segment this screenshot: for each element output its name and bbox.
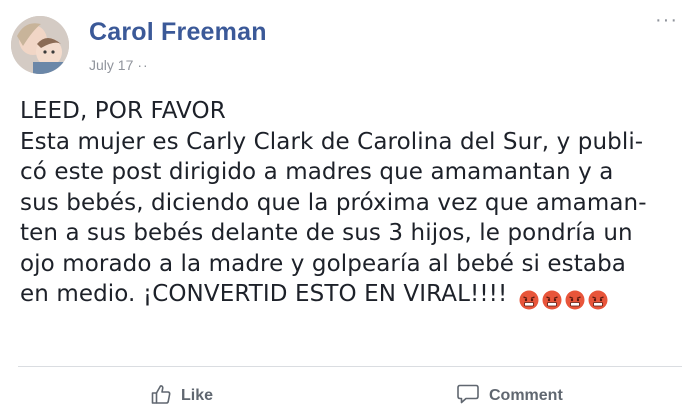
post-timestamp[interactable]: July 17 ··: [89, 57, 149, 73]
post-line: en medio. ¡CONVERTID ESTO EN VIRAL!!!!: [20, 281, 508, 307]
post-body: LEED, POR FAVOR Esta mujer es Carly Clar…: [20, 96, 685, 313]
post-line: Esta mujer es Carly Clark de Carolina de…: [20, 128, 644, 155]
comment-bubble-icon: [456, 383, 480, 410]
comment-label: Comment: [489, 387, 563, 404]
thumbs-up-icon: [150, 383, 172, 410]
angry-face-icon: [588, 288, 608, 309]
emoji-group: [519, 282, 611, 313]
like-label: Like: [181, 387, 214, 404]
comment-button[interactable]: Comment: [456, 380, 563, 412]
facebook-post: Carol Freeman July 17 ·· ··· LEED, POR FA…: [0, 0, 700, 420]
post-line: ten a sus bebés delante de sus 3 hijos, …: [20, 220, 633, 246]
avatar[interactable]: [11, 16, 69, 74]
angry-face-icon: [542, 288, 562, 309]
post-line: sus bebés, diciendo que la próxima vez q…: [20, 189, 647, 216]
angry-face-icon: [565, 288, 585, 309]
angry-face-icon: [519, 288, 539, 309]
privacy-dots: ··: [137, 57, 149, 73]
post-date[interactable]: July 17: [89, 57, 133, 73]
avatar-photo: [11, 16, 69, 74]
post-line-last: en medio. ¡CONVERTID ESTO EN VIRAL!!!!: [20, 279, 685, 313]
author-name[interactable]: Carol Freeman: [89, 18, 267, 47]
more-options-icon[interactable]: ···: [655, 10, 678, 30]
like-button[interactable]: Like: [150, 380, 213, 412]
action-divider: [18, 366, 682, 367]
post-line: LEED, POR FAVOR: [20, 98, 226, 124]
post-line: ojo morado a la madre y golpearía al beb…: [20, 250, 626, 277]
post-line: có este post dirigido a madres que amama…: [20, 159, 614, 185]
